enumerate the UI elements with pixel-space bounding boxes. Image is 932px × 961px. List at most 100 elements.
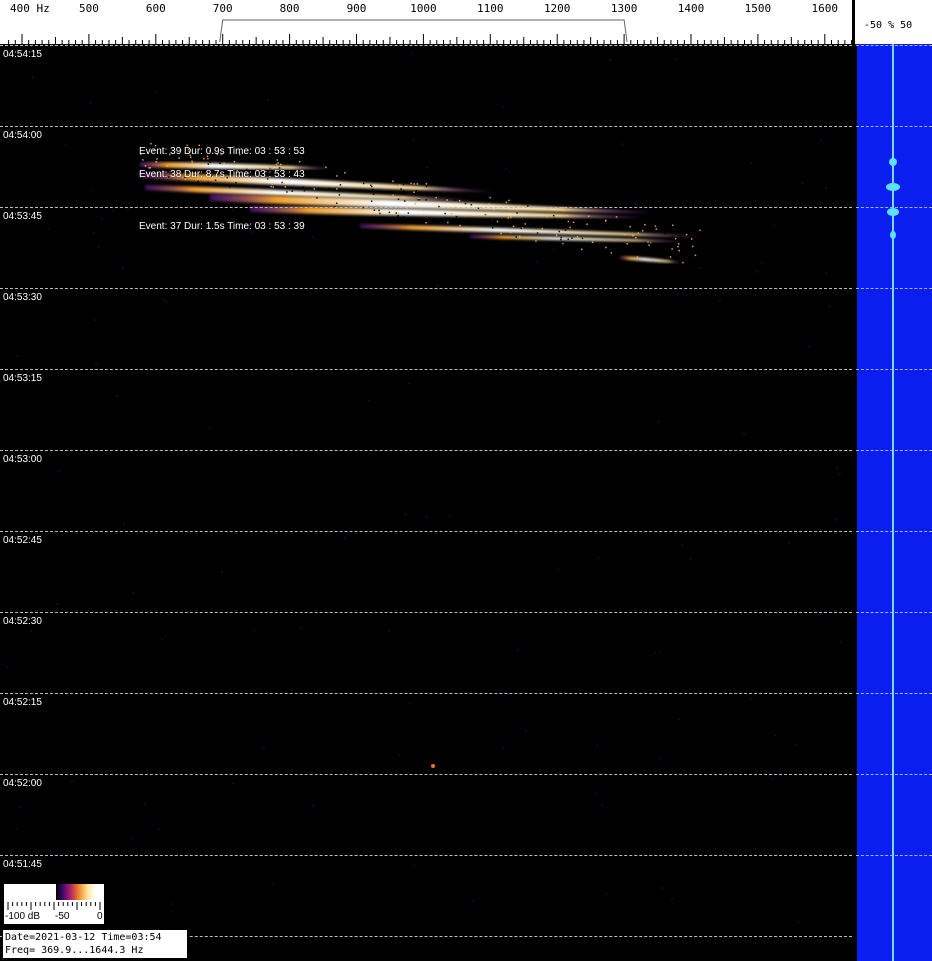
noise-speck xyxy=(425,185,428,188)
waterfall-display[interactable]: 04:54:15 04:54:00 04:53:45 04:53:30 04:53:15… xyxy=(0,44,852,961)
noise-speck xyxy=(719,300,721,302)
noise-speck xyxy=(658,756,661,759)
noise-speck xyxy=(675,58,678,60)
level-peak xyxy=(889,158,897,166)
noise-speck xyxy=(567,220,570,223)
noise-speck xyxy=(658,650,661,652)
noise-speck xyxy=(386,190,388,193)
level-gridline xyxy=(856,369,932,370)
noise-speck xyxy=(788,542,790,544)
noise-speck xyxy=(392,194,394,196)
noise-speck xyxy=(271,166,273,168)
noise-speck xyxy=(627,939,629,942)
noise-speck xyxy=(291,190,293,192)
freq-tick-label: 500 xyxy=(78,2,99,15)
noise-speck xyxy=(122,266,124,269)
level-gridline xyxy=(856,207,932,208)
time-gridline xyxy=(0,693,852,694)
noise-speck xyxy=(644,242,647,244)
noise-speck xyxy=(839,473,841,475)
level-gridline xyxy=(856,126,932,127)
noise-speck xyxy=(676,293,678,296)
noise-speck xyxy=(652,225,655,228)
noise-speck xyxy=(694,254,697,257)
noise-speck xyxy=(386,178,388,181)
event-annotation: Event: 38 Dur: 8.7s Time: 03 : 53 : 43 xyxy=(139,169,305,180)
time-label: 04:52:45 xyxy=(3,535,42,546)
noise-speck xyxy=(407,212,410,214)
noise-speck xyxy=(397,186,399,189)
noise-speck xyxy=(556,225,558,228)
noise-speck xyxy=(520,227,523,230)
noise-speck xyxy=(197,180,199,183)
noise-speck xyxy=(449,515,452,518)
noise-speck xyxy=(519,235,521,238)
noise-speck xyxy=(191,162,194,165)
noise-speck xyxy=(30,629,33,632)
level-gridline xyxy=(856,774,932,775)
noise-speck xyxy=(572,221,575,224)
noise-speck xyxy=(601,227,603,230)
noise-speck xyxy=(336,188,338,190)
frequency-range-line: Freq= 369.9...1644.3 Hz xyxy=(5,945,144,956)
noise-speck xyxy=(655,228,658,230)
frequency-scale[interactable]: 400 Hz 500 600 700 800 900 1000 1100 1200 1300 140… xyxy=(0,0,852,44)
noise-speck xyxy=(397,198,400,200)
level-scale-label: -50 % 50 xyxy=(864,20,913,31)
noise-speck xyxy=(632,234,634,237)
noise-speck xyxy=(516,212,518,214)
noise-speck xyxy=(142,159,144,161)
noise-speck xyxy=(828,305,830,308)
noise-speck xyxy=(491,219,493,221)
noise-speck xyxy=(312,805,314,807)
freq-tick-label: 1200 xyxy=(543,2,571,15)
noise-speck xyxy=(457,195,459,197)
meteor-echo-streak xyxy=(360,224,700,237)
level-gridline xyxy=(856,45,932,46)
noise-speck xyxy=(664,233,666,235)
noise-speck xyxy=(392,180,394,182)
noise-speck xyxy=(408,382,411,385)
noise-speck xyxy=(207,163,210,165)
noise-speck xyxy=(435,196,437,199)
meteor-signal-traces xyxy=(6,46,842,942)
noise-speck xyxy=(772,778,774,780)
time-label: 04:53:30 xyxy=(3,292,42,303)
noise-speck xyxy=(191,160,193,163)
noise-speck xyxy=(835,467,838,470)
noise-speck xyxy=(604,220,607,222)
time-label: 04:53:15 xyxy=(3,373,42,384)
time-label: 04:53:45 xyxy=(3,211,42,222)
freq-tick-label: 1300 xyxy=(610,2,638,15)
noise-speck xyxy=(682,263,684,265)
level-peak xyxy=(886,183,900,191)
noise-speck xyxy=(655,259,657,262)
noise-speck xyxy=(797,921,799,924)
noise-speck xyxy=(344,172,346,174)
level-gridline xyxy=(856,612,932,613)
noise-speck xyxy=(825,272,827,274)
event-annotation: Event: 39 Dur: 0.9s Time: 03 : 53 : 53 xyxy=(139,146,305,157)
noise-speck xyxy=(553,217,556,220)
noise-speck xyxy=(56,603,58,605)
time-label: 04:52:15 xyxy=(3,697,42,708)
noise-speck xyxy=(400,188,402,190)
noise-speck xyxy=(835,519,837,521)
noise-speck xyxy=(536,232,539,234)
noise-speck xyxy=(132,592,134,595)
noise-speck xyxy=(682,261,684,264)
noise-speck xyxy=(615,216,618,218)
noise-speck xyxy=(609,120,612,122)
noise-speck xyxy=(825,187,827,189)
colorbar-legend: -100 dB -50 0 xyxy=(4,884,104,924)
noise-speck xyxy=(370,184,372,186)
noise-speck xyxy=(500,232,502,235)
noise-speck xyxy=(101,218,103,220)
noise-speck xyxy=(141,143,144,145)
noise-speck xyxy=(839,641,842,643)
noise-speck xyxy=(415,190,418,192)
noise-speck xyxy=(404,200,406,202)
noise-speck xyxy=(219,162,221,165)
noise-speck xyxy=(398,754,400,757)
noise-speck xyxy=(271,183,274,185)
